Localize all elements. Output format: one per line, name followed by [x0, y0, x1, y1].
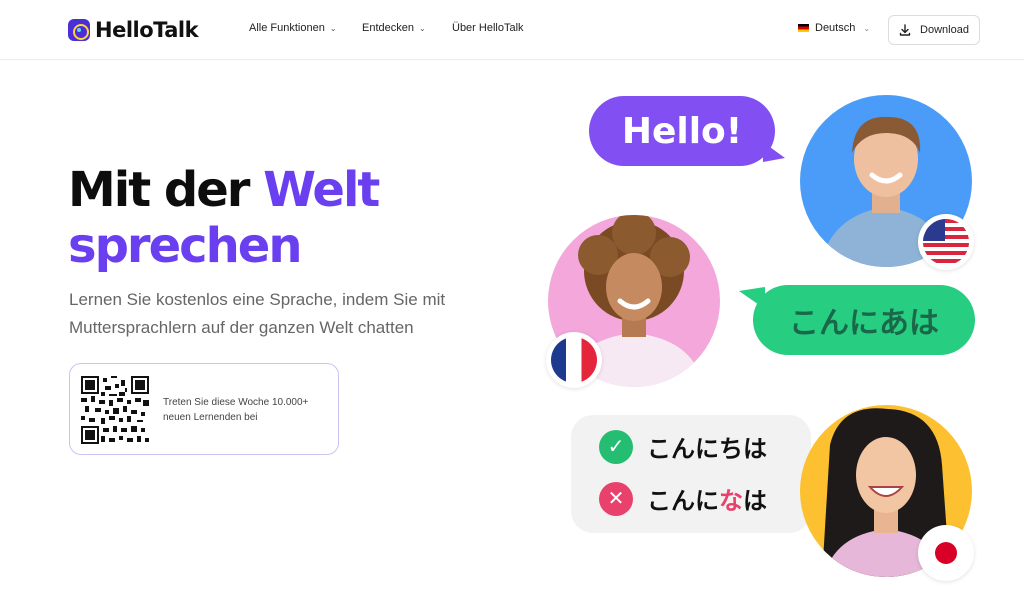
download-label: Download	[920, 24, 969, 36]
germany-flag-icon	[798, 24, 809, 32]
nav-ueber-hellotalk[interactable]: Über HelloTalk	[452, 22, 524, 34]
usa-flag-icon	[918, 214, 974, 270]
logo-text: HelloTalk	[95, 18, 199, 42]
hero-subtitle: Lernen Sie kostenlos eine Sprache, indem…	[69, 290, 446, 337]
hellotalk-logo-icon	[68, 19, 90, 41]
checkmark-icon: ✓	[599, 429, 633, 464]
language-label: Deutsch	[815, 22, 856, 34]
qr-download-card[interactable]: Treten Sie diese Woche 10.000+ neuen Ler…	[69, 363, 339, 455]
chevron-down-icon: ⌄	[329, 23, 337, 33]
japan-flag-icon	[918, 525, 974, 581]
quiz-wrong-row: ✕ こんになは	[599, 481, 767, 516]
quiz-wrong-word: こんになは	[647, 487, 767, 515]
hero-title-part: Mit der	[68, 162, 264, 218]
speech-bubble-japanese: こんにあは	[739, 285, 975, 355]
chevron-down-icon: ⌄	[863, 23, 871, 33]
quiz-correct-row: ✓ こんにちは	[599, 429, 767, 464]
hero-title: Mit der Welt sprechen	[68, 162, 380, 274]
nav-label: Entdecken	[362, 22, 414, 34]
nav-label: Alle Funktionen	[249, 22, 325, 34]
qr-caption: Treten Sie diese Woche 10.000+ neuen Ler…	[163, 397, 309, 423]
download-icon	[899, 24, 911, 36]
nav-entdecken[interactable]: Entdecken ⌄	[362, 22, 426, 34]
chevron-down-icon: ⌄	[418, 23, 426, 33]
site-header: HelloTalk Alle Funktionen ⌄ Entdecken ⌄ …	[0, 0, 1024, 60]
qr-code	[81, 376, 149, 444]
cross-icon: ✕	[599, 481, 633, 516]
language-selector[interactable]: Deutsch ⌄	[798, 22, 870, 34]
hero-title-accent: sprechen	[68, 218, 303, 274]
nav-alle-funktionen[interactable]: Alle Funktionen ⌄	[249, 22, 337, 34]
nav-label: Über HelloTalk	[452, 22, 524, 34]
quiz-card: ✓ こんにちは ✕ こんになは	[571, 415, 811, 533]
france-flag-icon	[546, 332, 602, 388]
hero-title-accent: Welt	[263, 162, 380, 218]
hellotalk-logo[interactable]: HelloTalk	[68, 17, 199, 43]
hero-illustration: Hello! こんにあは ✓ こんにちは ✕ こんになは	[540, 60, 1024, 591]
download-button[interactable]: Download	[888, 15, 980, 45]
speech-bubble-hello: Hello!	[589, 96, 785, 166]
quiz-correct-word: こんにちは	[647, 435, 767, 463]
